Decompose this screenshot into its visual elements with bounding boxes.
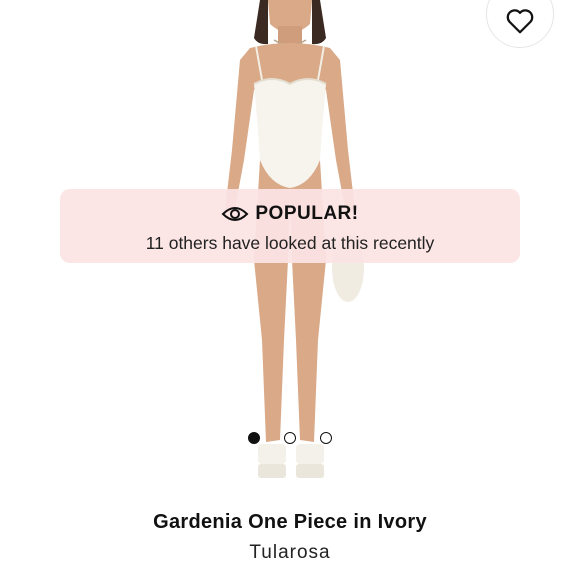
carousel-dot-3[interactable]: [320, 432, 332, 444]
popular-title: POPULAR!: [255, 203, 359, 224]
popular-title-row: POPULAR!: [60, 203, 520, 225]
eye-icon: [221, 207, 249, 221]
product-title[interactable]: Gardenia One Piece in Ivory: [0, 511, 580, 534]
carousel-dot-1[interactable]: [248, 432, 260, 444]
wishlist-button[interactable]: [486, 0, 554, 48]
heart-outline-icon: [506, 9, 534, 34]
popular-message: 11 others have looked at this recently: [145, 233, 435, 253]
brand-name[interactable]: Tularosa: [0, 542, 580, 564]
popular-badge: POPULAR! 11 others have looked at this r…: [60, 189, 520, 263]
product-gallery[interactable]: POPULAR! 11 others have looked at this r…: [0, 0, 580, 505]
carousel-dots: [0, 432, 580, 444]
carousel-dot-2[interactable]: [284, 432, 296, 444]
